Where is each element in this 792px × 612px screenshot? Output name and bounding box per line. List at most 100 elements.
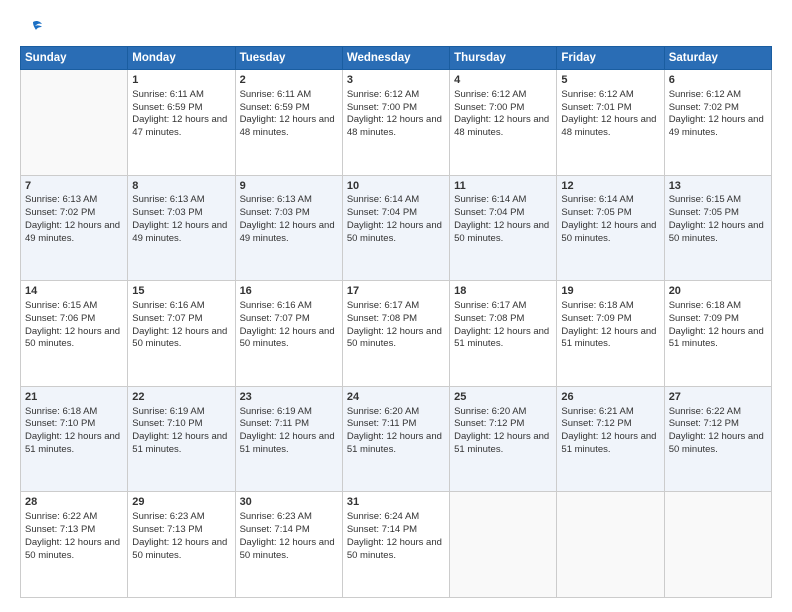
sunrise-text: Sunrise: 6:20 AM <box>347 406 445 419</box>
sunrise-text: Sunrise: 6:23 AM <box>132 511 230 524</box>
calendar-week-row: 14Sunrise: 6:15 AMSunset: 7:06 PM Dayligh… <box>21 281 772 387</box>
calendar-cell: 30Sunrise: 6:23 AMSunset: 7:14 PMDayligh… <box>235 492 342 598</box>
calendar-cell: 4Sunrise: 6:12 AMSunset: 7:00 PMDaylight… <box>450 70 557 176</box>
day-number: 19 <box>561 284 659 299</box>
calendar-cell: 18Sunrise: 6:17 AMSunset: 7:08 PMDayligh… <box>450 281 557 387</box>
daylight-text: Daylight: 12 hours and 50 minutes. <box>347 220 445 246</box>
logo <box>20 18 44 36</box>
daylight-text: Daylight: 12 hours and 48 minutes. <box>240 114 338 140</box>
logo-bird-icon <box>22 18 44 40</box>
calendar-cell: 6Sunrise: 6:12 AMSunset: 7:02 PMDaylight… <box>664 70 771 176</box>
sunrise-text: Sunrise: 6:23 AM <box>240 511 338 524</box>
weekday-header-tuesday: Tuesday <box>235 47 342 70</box>
daylight-text: Daylight: 12 hours and 51 minutes. <box>132 431 230 457</box>
sunset-text: Sunset: 7:14 PM <box>347 524 445 537</box>
sunset-text: Sunset: 7:09 PM <box>561 313 659 326</box>
page-header <box>20 18 772 36</box>
sunset-text: Sunset: 7:02 PM <box>25 207 123 220</box>
calendar-cell: 19Sunrise: 6:18 AMSunset: 7:09 PMDayligh… <box>557 281 664 387</box>
sunrise-text: Sunrise: 6:14 AM <box>561 194 659 207</box>
daylight-text: Daylight: 12 hours and 51 minutes. <box>25 431 123 457</box>
daylight-text: Daylight: 12 hours and 50 minutes. <box>132 537 230 563</box>
calendar-cell: 5Sunrise: 6:12 AMSunset: 7:01 PMDaylight… <box>557 70 664 176</box>
calendar-cell: 29Sunrise: 6:23 AMSunset: 7:13 PMDayligh… <box>128 492 235 598</box>
sunrise-text: Sunrise: 6:16 AM <box>240 300 338 313</box>
day-number: 9 <box>240 179 338 194</box>
sunset-text: Sunset: 7:09 PM <box>669 313 767 326</box>
calendar-cell: 26Sunrise: 6:21 AMSunset: 7:12 PMDayligh… <box>557 386 664 492</box>
day-number: 6 <box>669 73 767 88</box>
daylight-text: Daylight: 12 hours and 47 minutes. <box>132 114 230 140</box>
daylight-text: Daylight: 12 hours and 48 minutes. <box>561 114 659 140</box>
sunrise-text: Sunrise: 6:12 AM <box>454 89 552 102</box>
daylight-text: Daylight: 12 hours and 50 minutes. <box>347 537 445 563</box>
sunrise-text: Sunrise: 6:15 AM <box>669 194 767 207</box>
calendar-cell: 3Sunrise: 6:12 AMSunset: 7:00 PMDaylight… <box>342 70 449 176</box>
sunset-text: Sunset: 7:11 PM <box>240 418 338 431</box>
sunset-text: Sunset: 7:10 PM <box>25 418 123 431</box>
calendar-cell <box>664 492 771 598</box>
sunrise-text: Sunrise: 6:13 AM <box>25 194 123 207</box>
day-number: 13 <box>669 179 767 194</box>
calendar-cell <box>450 492 557 598</box>
sunrise-text: Sunrise: 6:19 AM <box>240 406 338 419</box>
day-number: 26 <box>561 390 659 405</box>
daylight-text: Daylight: 12 hours and 50 minutes. <box>561 220 659 246</box>
sunset-text: Sunset: 7:08 PM <box>347 313 445 326</box>
calendar-cell: 24Sunrise: 6:20 AMSunset: 7:11 PMDayligh… <box>342 386 449 492</box>
daylight-text: Daylight: 12 hours and 51 minutes. <box>454 431 552 457</box>
sunrise-text: Sunrise: 6:20 AM <box>454 406 552 419</box>
calendar-cell: 17Sunrise: 6:17 AMSunset: 7:08 PMDayligh… <box>342 281 449 387</box>
calendar-cell: 16Sunrise: 6:16 AMSunset: 7:07 PMDayligh… <box>235 281 342 387</box>
daylight-text: Daylight: 12 hours and 51 minutes. <box>454 326 552 352</box>
sunrise-text: Sunrise: 6:22 AM <box>669 406 767 419</box>
weekday-header-thursday: Thursday <box>450 47 557 70</box>
sunset-text: Sunset: 7:02 PM <box>669 102 767 115</box>
calendar-cell <box>557 492 664 598</box>
sunset-text: Sunset: 7:14 PM <box>240 524 338 537</box>
day-number: 17 <box>347 284 445 299</box>
calendar-cell: 31Sunrise: 6:24 AMSunset: 7:14 PMDayligh… <box>342 492 449 598</box>
sunset-text: Sunset: 7:13 PM <box>132 524 230 537</box>
sunset-text: Sunset: 7:07 PM <box>132 313 230 326</box>
sunrise-text: Sunrise: 6:18 AM <box>561 300 659 313</box>
daylight-text: Daylight: 12 hours and 50 minutes. <box>25 537 123 563</box>
sunset-text: Sunset: 7:13 PM <box>25 524 123 537</box>
sunrise-text: Sunrise: 6:11 AM <box>240 89 338 102</box>
weekday-header-saturday: Saturday <box>664 47 771 70</box>
calendar-cell: 13Sunrise: 6:15 AMSunset: 7:05 PMDayligh… <box>664 175 771 281</box>
sunrise-text: Sunrise: 6:14 AM <box>454 194 552 207</box>
sunset-text: Sunset: 7:05 PM <box>669 207 767 220</box>
sunrise-text: Sunrise: 6:24 AM <box>347 511 445 524</box>
day-number: 18 <box>454 284 552 299</box>
weekday-header-monday: Monday <box>128 47 235 70</box>
sunset-text: Sunset: 7:05 PM <box>561 207 659 220</box>
day-number: 14 <box>25 284 123 299</box>
sunset-text: Sunset: 6:59 PM <box>132 102 230 115</box>
calendar-page: SundayMondayTuesdayWednesdayThursdayFrid… <box>0 0 792 612</box>
sunset-text: Sunset: 7:01 PM <box>561 102 659 115</box>
daylight-text: Daylight: 12 hours and 51 minutes. <box>561 326 659 352</box>
sunset-text: Sunset: 7:06 PM <box>25 313 123 326</box>
sunrise-text: Sunrise: 6:21 AM <box>561 406 659 419</box>
calendar-week-row: 1Sunrise: 6:11 AMSunset: 6:59 PMDaylight… <box>21 70 772 176</box>
daylight-text: Daylight: 12 hours and 48 minutes. <box>454 114 552 140</box>
sunrise-text: Sunrise: 6:15 AM <box>25 300 123 313</box>
daylight-text: Daylight: 12 hours and 51 minutes. <box>347 431 445 457</box>
day-number: 22 <box>132 390 230 405</box>
sunset-text: Sunset: 7:00 PM <box>454 102 552 115</box>
sunrise-text: Sunrise: 6:11 AM <box>132 89 230 102</box>
day-number: 27 <box>669 390 767 405</box>
calendar-cell: 8Sunrise: 6:13 AMSunset: 7:03 PMDaylight… <box>128 175 235 281</box>
sunset-text: Sunset: 7:12 PM <box>669 418 767 431</box>
daylight-text: Daylight: 12 hours and 49 minutes. <box>132 220 230 246</box>
calendar-cell: 21Sunrise: 6:18 AMSunset: 7:10 PMDayligh… <box>21 386 128 492</box>
calendar-week-row: 28Sunrise: 6:22 AMSunset: 7:13 PMDayligh… <box>21 492 772 598</box>
weekday-header-sunday: Sunday <box>21 47 128 70</box>
calendar-cell: 7Sunrise: 6:13 AMSunset: 7:02 PMDaylight… <box>21 175 128 281</box>
sunrise-text: Sunrise: 6:22 AM <box>25 511 123 524</box>
day-number: 29 <box>132 495 230 510</box>
day-number: 15 <box>132 284 230 299</box>
calendar-cell: 14Sunrise: 6:15 AMSunset: 7:06 PMDayligh… <box>21 281 128 387</box>
calendar-week-row: 21Sunrise: 6:18 AMSunset: 7:10 PMDayligh… <box>21 386 772 492</box>
